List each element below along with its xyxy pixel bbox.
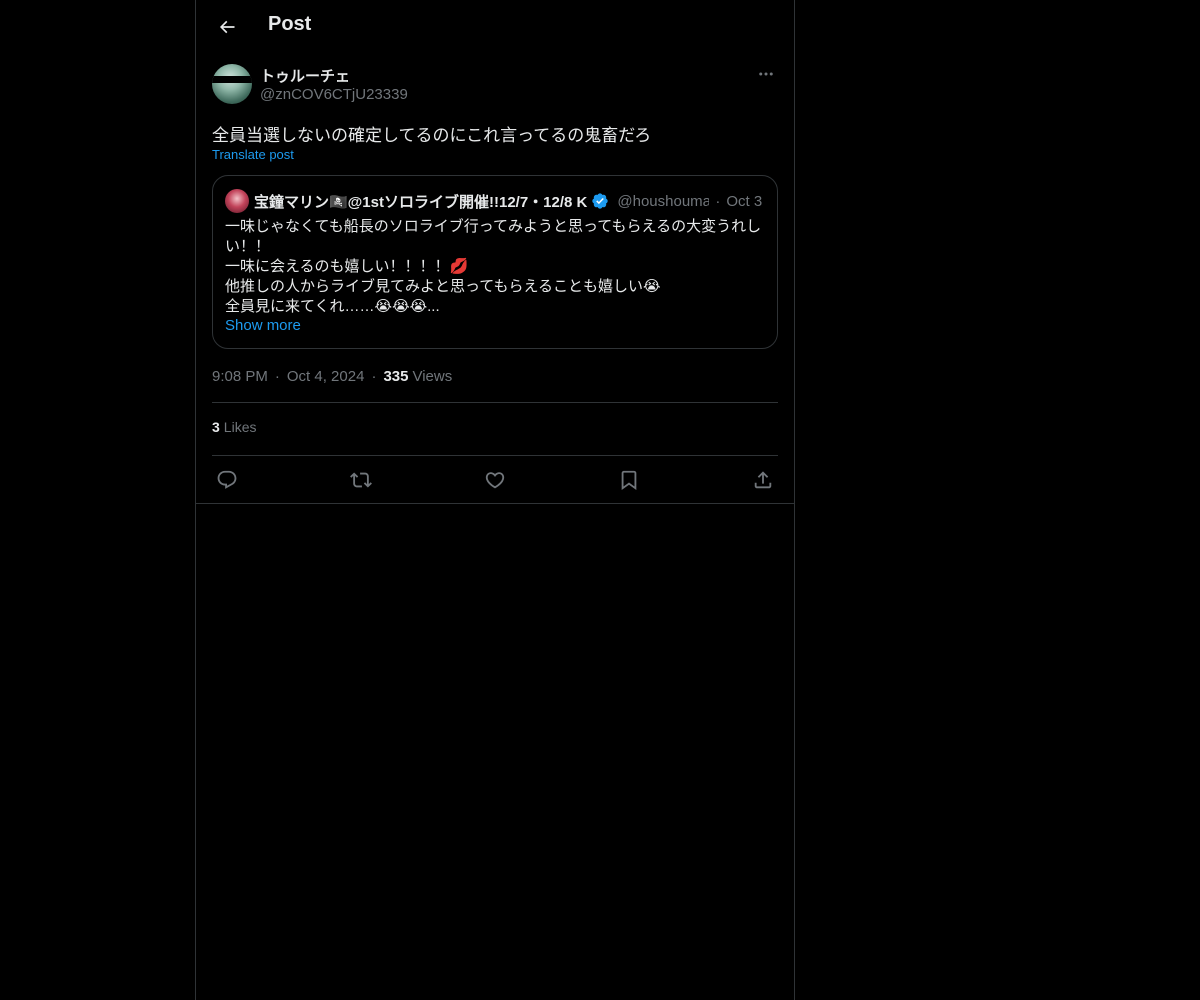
views-count: 335: [383, 367, 409, 385]
share-button[interactable]: [748, 465, 778, 495]
likes-summary[interactable]: 3 Likes: [212, 419, 256, 435]
like-button[interactable]: [480, 465, 510, 495]
share-icon: [754, 471, 772, 489]
arrow-left-icon: [219, 20, 235, 34]
quoted-post-text: 一味じゃなくても船長のソロライブ行ってみようと思ってもらえるの大変うれし い！！…: [225, 217, 767, 317]
views-label: Views: [412, 367, 453, 385]
quoted-post[interactable]: 宝鐘マリン🏴‍☠️@1stソロライブ開催!!12/7・12/8 K @housh…: [212, 175, 778, 349]
more-horizontal-icon: [759, 72, 773, 76]
page-header: Post: [196, 0, 794, 53]
post-time[interactable]: 9:08 PM: [212, 368, 268, 385]
bookmark-icon: [621, 470, 637, 491]
quoted-author-handle: @houshoumarine: [617, 192, 710, 210]
translate-post-link[interactable]: Translate post: [212, 147, 294, 162]
avatar-censor-bar: [212, 76, 252, 83]
post-date[interactable]: Oct 4, 2024: [287, 368, 365, 385]
post-detail-column: Post トゥルーチェ @znCOV6CTjU23339 全員当選しないの確定し…: [195, 0, 795, 1000]
divider: [212, 402, 778, 403]
show-more-link[interactable]: Show more: [225, 317, 301, 334]
verified-badge-icon: [592, 193, 609, 209]
quoted-post-header: 宝鐘マリン🏴‍☠️@1stソロライブ開催!!12/7・12/8 K @housh…: [254, 191, 766, 211]
heart-icon: [485, 472, 505, 489]
quoted-text-line: 一味じゃなくても船長のソロライブ行ってみようと思ってもらえるの大変うれし: [225, 218, 762, 235]
post-metadata: 9:08 PM · Oct 4, 2024 · 335 Views: [212, 366, 452, 386]
likes-label: Likes: [223, 419, 257, 435]
quoted-text-line: 他推しの人からライブ見てみよと思ってもらえることも嬉しい😭: [225, 278, 661, 295]
page-title: Post: [268, 13, 312, 35]
post-text: 全員当選しないの確定してるのにこれ言ってるの鬼畜だろ: [212, 126, 652, 145]
quoted-text-line: 全員見に来てくれ……😭😭😭...: [225, 298, 440, 315]
bookmark-button[interactable]: [614, 465, 644, 495]
separator-dot: ·: [715, 192, 721, 210]
post-author: トゥルーチェ @znCOV6CTjU23339: [212, 64, 778, 106]
more-options-button[interactable]: [754, 64, 778, 84]
quoted-author-avatar: [225, 189, 249, 213]
quoted-text-line: い！！: [225, 238, 271, 255]
separator-dot: ·: [274, 367, 280, 385]
divider: [212, 455, 778, 456]
quoted-text-line: 一味に会えるのも嬉しい！！！！💋: [225, 258, 469, 275]
reply-button[interactable]: [212, 465, 242, 495]
quoted-author-display-name: 宝鐘マリン🏴‍☠️@1stソロライブ開催!!12/7・12/8 K: [254, 193, 588, 211]
likes-count: 3: [212, 419, 220, 435]
author-display-name[interactable]: トゥルーチェ: [260, 65, 350, 86]
repost-button[interactable]: [346, 465, 376, 495]
post-action-bar: [212, 464, 778, 496]
back-button[interactable]: [212, 12, 242, 42]
author-avatar[interactable]: [212, 64, 252, 104]
repost-icon: [350, 472, 372, 488]
quoted-post-date: Oct 3: [726, 192, 763, 210]
author-handle[interactable]: @znCOV6CTjU23339: [260, 86, 408, 103]
divider: [196, 503, 794, 504]
separator-dot: ·: [371, 367, 377, 385]
reply-icon: [217, 470, 237, 489]
